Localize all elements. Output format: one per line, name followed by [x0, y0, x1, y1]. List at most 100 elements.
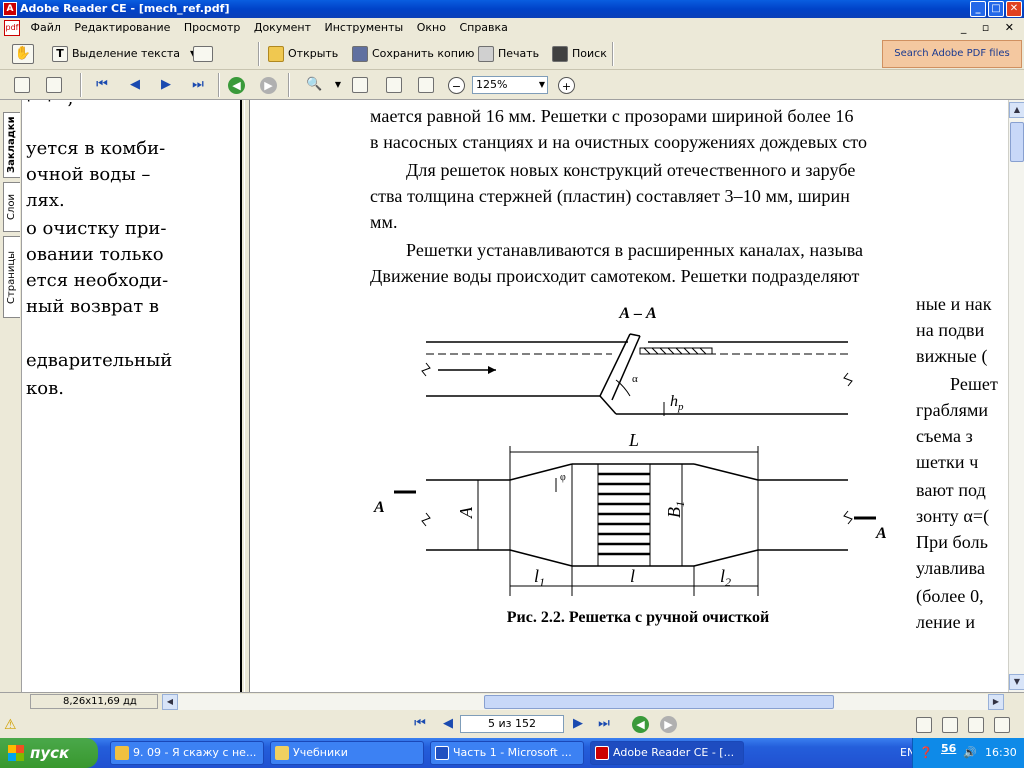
task-label: Часть 1 - Microsoft ... [453, 746, 572, 759]
toolbar-separator [258, 42, 260, 66]
doc-line: Движение воды происходит самотеком. Реше… [370, 266, 860, 286]
document-icon[interactable]: pdf [4, 20, 20, 36]
hscroll-thumb[interactable] [484, 695, 834, 709]
snapshot-button[interactable] [193, 44, 213, 64]
tab-bookmarks[interactable]: Закладки [3, 112, 20, 178]
page-navigation-bar: ⏮ ◀ 5 из 152 ▶ ⏭ ◀ ▶ ⚠ [0, 710, 1024, 738]
task-label: Учебники [293, 746, 348, 759]
start-label: пуск [30, 744, 70, 762]
scroll-up-icon[interactable]: ▲ [1009, 102, 1024, 118]
start-button[interactable]: пуск [0, 738, 98, 768]
maximize-button[interactable]: □ [988, 1, 1004, 17]
left-line: уется в комби- [26, 138, 166, 159]
menu-window[interactable]: Окно [412, 18, 451, 38]
dim-B1-subscript: 1 [673, 501, 687, 507]
left-line-partial: ⌐ ⌐ ; [26, 100, 74, 109]
scroll-thumb[interactable] [1010, 122, 1024, 162]
zoom-out-icon[interactable]: − [448, 77, 465, 94]
facing-button[interactable] [968, 715, 984, 735]
menu-file[interactable]: Файл [26, 18, 66, 38]
phi-label: φ [560, 472, 566, 483]
last-page-icon[interactable]: ⏭ [596, 716, 612, 732]
add-page-button[interactable] [14, 75, 30, 95]
actual-size-icon [352, 77, 368, 93]
continuous-facing-button[interactable] [994, 715, 1010, 735]
document-window-controls[interactable]: _ ▫ ✕ [961, 18, 1020, 38]
left-line: овании только [26, 244, 164, 265]
search-button[interactable]: Поиск [552, 44, 607, 64]
volume-icon[interactable]: 🔊 [963, 738, 977, 768]
minimize-button[interactable]: _ [970, 1, 986, 17]
taskbar-item[interactable]: 9. 09 - Я скажу с не... [110, 741, 264, 765]
taskbar-item-active[interactable]: Adobe Reader CE - [... [590, 741, 744, 765]
dim-A-label: A [456, 506, 476, 519]
chevron-down-icon[interactable]: ▼ [330, 77, 346, 93]
status-row: 8,26x11,69 дд ◀ ▶ [0, 692, 1024, 710]
dim-L-label: L [628, 430, 639, 450]
horizontal-scrollbar[interactable]: ◀ ▶ [162, 694, 1004, 710]
title-bar: A Adobe Reader CE - [mech_ref.pdf] _ □ ✕ [0, 0, 1024, 18]
copy-page-button[interactable] [46, 75, 62, 95]
toolbar-separator [218, 73, 220, 97]
forward-view-icon[interactable]: ▶ [660, 716, 677, 733]
select-text-button[interactable]: TВыделение текста▼ [52, 44, 196, 64]
previous-page-icon[interactable]: ◀ [127, 77, 143, 93]
select-text-label: Выделение текста [72, 47, 181, 60]
zoom-in-icon[interactable]: + [558, 77, 575, 94]
close-button[interactable]: ✕ [1006, 1, 1022, 17]
first-page-icon[interactable]: ⏮ [412, 716, 428, 732]
vertical-scrollbar[interactable]: ▲ ▼ [1008, 100, 1024, 692]
forward-view-icon[interactable]: ▶ [260, 77, 277, 94]
menu-help[interactable]: Справка [454, 18, 512, 38]
doc-line: ства толщина стержней (пластин) составля… [370, 186, 850, 206]
scroll-down-icon[interactable]: ▼ [1009, 674, 1024, 690]
fit-width-button[interactable] [418, 75, 434, 95]
task-label: 9. 09 - Я скажу с не... [133, 746, 257, 759]
page-number-field[interactable]: 5 из 152 [460, 715, 564, 733]
menu-edit[interactable]: Редактирование [69, 18, 175, 38]
continuous-button[interactable] [942, 715, 958, 735]
taskbar-item[interactable]: Часть 1 - Microsoft ... [430, 741, 584, 765]
search-adobe-pdf-files[interactable]: Search Adobe PDF files [882, 40, 1022, 68]
doc-right-line: ление и [916, 612, 976, 632]
doc-right-line: ные и нак [916, 294, 992, 314]
zoom-tool-icon[interactable]: 🔍 [306, 77, 322, 93]
menu-view[interactable]: Просмотр [179, 18, 245, 38]
back-view-icon[interactable]: ◀ [632, 716, 649, 733]
scroll-left-icon[interactable]: ◀ [162, 694, 178, 710]
hp-label: hp [670, 393, 684, 413]
taskbar-item[interactable]: Учебники [270, 741, 424, 765]
menu-tools[interactable]: Инструменты [320, 18, 409, 38]
print-button[interactable]: Печать [478, 44, 539, 64]
first-page-icon[interactable]: ⏮ [94, 77, 110, 93]
adobe-icon[interactable]: A [3, 2, 17, 16]
doc-right-line: Решет [950, 374, 998, 394]
next-page-icon[interactable]: ▶ [158, 77, 174, 93]
continuous-icon [942, 717, 958, 733]
help-icon[interactable]: ❓ [919, 738, 933, 768]
previous-page-icon[interactable]: ◀ [440, 716, 456, 732]
last-page-icon[interactable]: ⏭ [190, 77, 206, 93]
back-view-icon[interactable]: ◀ [228, 77, 245, 94]
doc-line: мается равной 16 мм. Решетки с прозорами… [370, 106, 854, 126]
next-page-icon[interactable]: ▶ [570, 716, 586, 732]
doc-right-line: При боль [916, 532, 989, 552]
hand-tool-button[interactable]: ✋ [12, 44, 34, 64]
zoom-select[interactable]: 125% ▼ [472, 76, 548, 94]
menu-document[interactable]: Документ [249, 18, 316, 38]
page-size[interactable]: 8,26x11,69 дд [30, 694, 158, 709]
scroll-right-icon[interactable]: ▶ [988, 694, 1004, 710]
single-page-button[interactable] [916, 715, 932, 735]
save-copy-button[interactable]: Сохранить копию [352, 44, 474, 64]
task-label: Adobe Reader CE - [... [613, 746, 735, 759]
tab-layers[interactable]: Слои [3, 182, 20, 232]
warning-button[interactable]: ⚠ [4, 715, 17, 735]
hand-icon: ✋ [12, 44, 34, 64]
tab-pages[interactable]: Страницы [3, 236, 20, 318]
doc-right-line: зонту α=( [916, 506, 990, 526]
tray-badge[interactable]: 56 [941, 734, 956, 764]
toolbar-separator [288, 73, 290, 97]
actual-size-button[interactable] [352, 75, 368, 95]
fit-page-button[interactable] [386, 75, 402, 95]
open-button[interactable]: Открыть [268, 44, 338, 64]
